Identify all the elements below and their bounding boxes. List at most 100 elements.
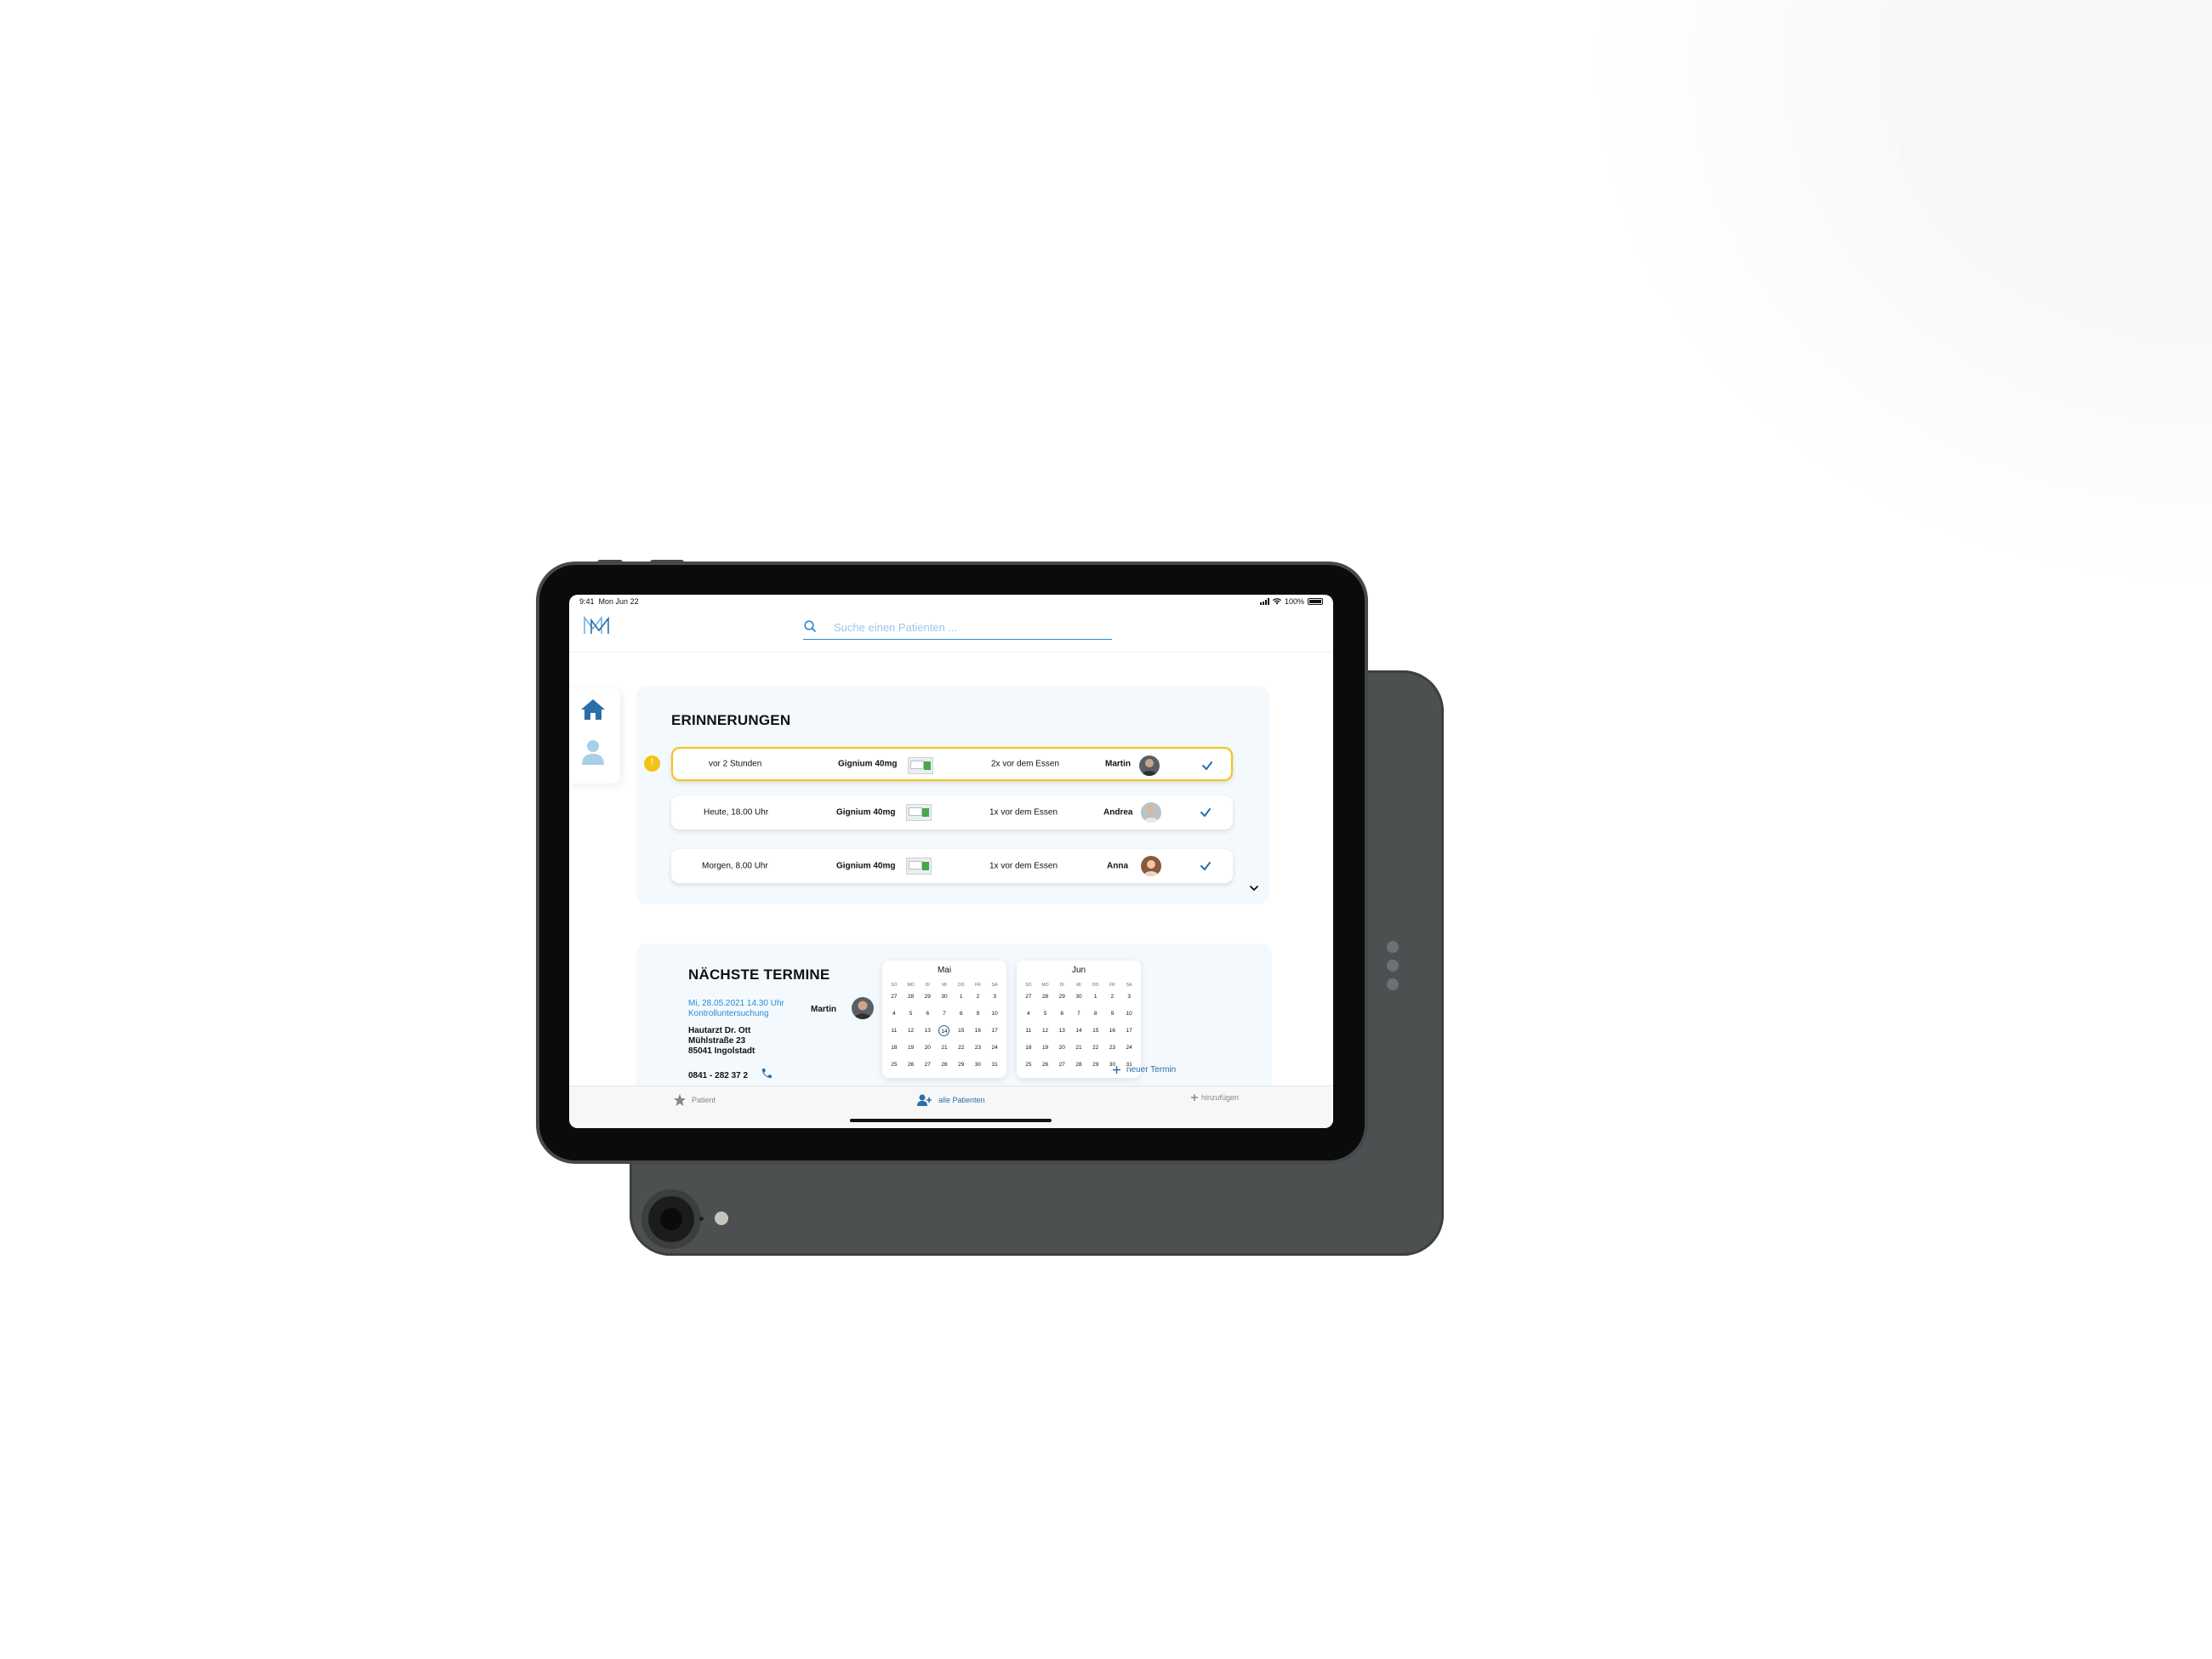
calendar-day[interactable]: 27 [919,1059,936,1071]
calendar-day[interactable]: 26 [903,1059,920,1071]
calendar-day[interactable]: 11 [1020,1025,1037,1037]
address-line: 85041 Ingolstadt [688,1046,755,1056]
calendar-day[interactable]: 29 [953,1059,970,1071]
calendar-day[interactable]: 31 [986,1059,1003,1071]
tab-hinzufuegen[interactable]: hinzufügen [1190,1093,1239,1102]
calendar-weekday: SA [991,983,998,988]
search-icon[interactable] [803,619,818,635]
background-shape [1982,170,2212,289]
reminders-title: ERINNERUNGEN [671,712,791,728]
calendar-day[interactable]: 29 [919,991,936,1003]
signal-icon [1259,598,1269,605]
calendar-day[interactable]: 28 [1070,1059,1087,1071]
chevron-down-icon[interactable] [1248,883,1260,893]
battery-icon [1308,598,1323,605]
calendar-month: Jun [1071,966,1086,975]
calendar-day[interactable]: 1 [953,991,970,1003]
calendar-day[interactable]: 27 [1053,1059,1070,1071]
calendar-day[interactable]: 21 [1070,1042,1087,1054]
calendar-day[interactable]: 8 [1087,1008,1104,1020]
calendar-day[interactable]: 13 [919,1025,936,1037]
home-icon[interactable] [579,697,607,722]
calendar-day[interactable]: 24 [986,1042,1003,1054]
calendar-day[interactable]: 6 [1053,1008,1070,1020]
calendar-day[interactable]: 28 [1037,991,1054,1003]
calendar-day[interactable]: 14 [1070,1025,1087,1037]
calendar-day[interactable]: 8 [953,1008,970,1020]
calendar-day[interactable]: 12 [1037,1025,1054,1037]
hardware-button [597,560,623,565]
calendar-day[interactable]: 23 [970,1042,987,1054]
calendar-day[interactable]: 26 [1037,1059,1054,1071]
calendar-day[interactable]: 27 [1020,991,1037,1003]
calendar-day[interactable]: 3 [1120,991,1137,1003]
calendar-day[interactable]: 15 [1087,1025,1104,1037]
reminder-row[interactable]: Heute, 18.00 Uhr Gignium 40mg 1x vor dem… [671,795,1233,830]
calendar-day[interactable]: 13 [1053,1025,1070,1037]
tab-alle-patienten[interactable]: alle Patienten [916,1093,985,1107]
calendar-day[interactable]: 10 [986,1008,1003,1020]
calendar-weekday: SO [1025,983,1032,988]
calendar-day[interactable]: 5 [1037,1008,1054,1020]
tab-label: Patient [692,1096,716,1104]
reminder-time: vor 2 Stunden [709,759,762,769]
calendar-day[interactable]: 11 [886,1025,903,1037]
calendar-day[interactable]: 30 [970,1059,987,1071]
calendar-day[interactable]: 28 [936,1059,953,1071]
calendar-day[interactable]: 15 [953,1025,970,1037]
calendar-day[interactable]: 16 [1104,1025,1121,1037]
calendar-day[interactable]: 12 [903,1025,920,1037]
calendar-day[interactable]: 9 [970,1008,987,1020]
calendar-day[interactable]: 2 [1104,991,1121,1003]
calendar-day[interactable]: 23 [1104,1042,1121,1054]
calendar-day[interactable]: 20 [1053,1042,1070,1054]
calendar-day[interactable]: 7 [1070,1008,1087,1020]
calendar-day[interactable]: 19 [903,1042,920,1054]
calendar-day[interactable]: 22 [953,1042,970,1054]
calendar-day[interactable]: 1 [1087,991,1104,1003]
calendar-day[interactable]: 25 [886,1059,903,1071]
check-icon[interactable] [1197,804,1214,821]
calendar-day[interactable]: 7 [936,1008,953,1020]
reminder-row[interactable]: vor 2 Stunden Gignium 40mg 2x vor dem Es… [671,747,1233,781]
calendar-day[interactable]: 16 [970,1025,987,1037]
reminder-medication: Gignium 40mg [836,807,896,818]
calendar-day[interactable]: 4 [886,1008,903,1020]
calendar-day[interactable]: 25 [1020,1059,1037,1071]
reminder-row[interactable]: Morgen, 8.00 Uhr Gignium 40mg 1x vor dem… [671,849,1233,883]
calendar-day[interactable]: 14 [938,1025,950,1036]
check-icon[interactable] [1199,757,1216,774]
calendar-day[interactable]: 27 [886,991,903,1003]
calendar-day[interactable]: 17 [1120,1025,1137,1037]
calendar-day[interactable]: 20 [919,1042,936,1054]
calendar-day[interactable]: 28 [903,991,920,1003]
calendar-day[interactable]: 30 [1070,991,1087,1003]
calendar-day[interactable]: 21 [936,1042,953,1054]
new-appointment-button[interactable]: neuer Termin [1112,1065,1176,1075]
calendar-day[interactable]: 4 [1020,1008,1037,1020]
calendar-day[interactable]: 22 [1087,1042,1104,1054]
calendar-day[interactable]: 17 [986,1025,1003,1037]
calendar-day[interactable]: 2 [970,991,987,1003]
tab-patient[interactable]: Patient [673,1093,715,1107]
calendar-day[interactable]: 18 [1020,1042,1037,1054]
calendar-weekday: DO [1092,983,1099,988]
calendar-day[interactable]: 29 [1087,1059,1104,1071]
calendar-day[interactable]: 18 [886,1042,903,1054]
calendar-day[interactable]: 3 [986,991,1003,1003]
calendar-day[interactable]: 10 [1120,1008,1137,1020]
reminders-card: ERINNERUNGEN ! vor 2 Stunden Gignium 40m… [636,686,1269,904]
m-logo-icon[interactable] [583,615,612,636]
check-icon[interactable] [1197,858,1214,875]
phone-icon[interactable] [760,1067,773,1080]
search-input[interactable] [834,621,1106,634]
stage: 9:41 Mon Jun 22 100% Suche einen Patient… [0,0,2212,1659]
calendar-day[interactable]: 6 [919,1008,936,1020]
calendar-day[interactable]: 19 [1037,1042,1054,1054]
calendar-day[interactable]: 29 [1053,991,1070,1003]
calendar-day[interactable]: 24 [1120,1042,1137,1054]
calendar-day[interactable]: 9 [1104,1008,1121,1020]
calendar-day[interactable]: 5 [903,1008,920,1020]
calendar-day[interactable]: 30 [936,991,953,1003]
person-icon[interactable] [579,738,607,767]
